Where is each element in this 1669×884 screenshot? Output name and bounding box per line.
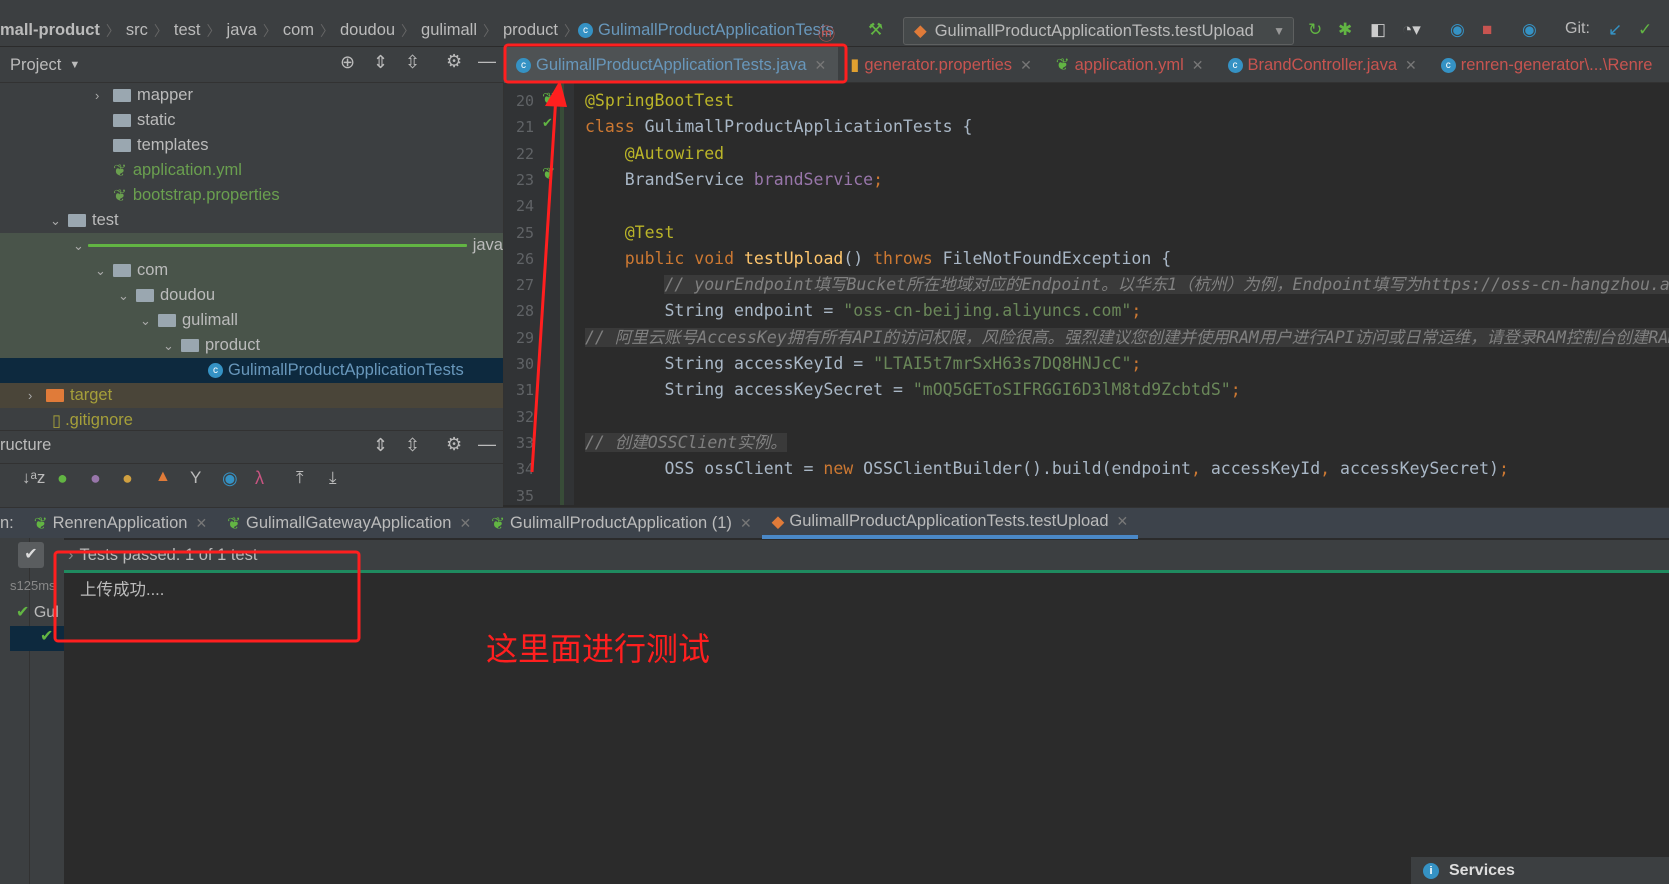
annotation-box-tab [503,43,848,84]
annotation-text: 这里面进行测试 [486,631,711,667]
annotation-box-output [53,550,361,643]
annotation-overlay [53,43,848,643]
annotation-arrow-head [545,80,567,107]
annotation-arrow-line [530,95,558,473]
